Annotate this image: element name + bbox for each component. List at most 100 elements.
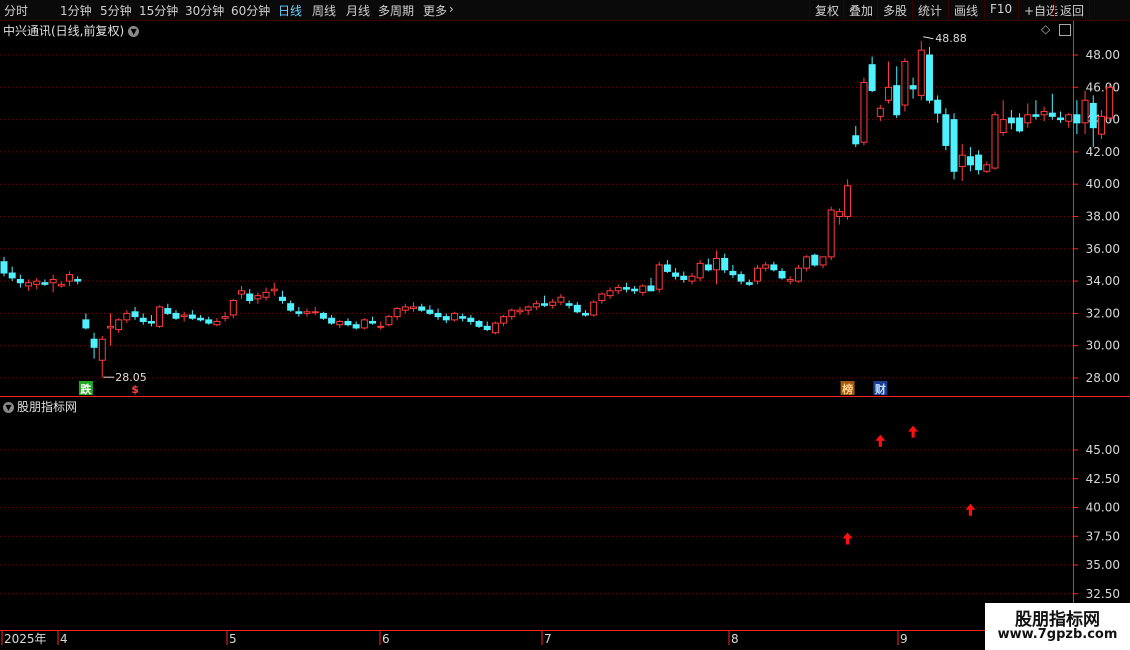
candle-body: [426, 309, 434, 314]
candle-body: [975, 154, 983, 171]
candle-body: [688, 275, 696, 282]
candle-body: [434, 312, 442, 318]
candle-body: [745, 282, 753, 285]
candle-body: [737, 274, 745, 282]
candle-body: [172, 312, 180, 319]
candle-body: [450, 312, 458, 321]
candle-body: [139, 317, 147, 322]
main-y-tick-label: 38.00: [1086, 210, 1120, 224]
candle-body: [1024, 114, 1032, 124]
signal-arrow-icon: [875, 434, 886, 447]
candle-body: [115, 319, 123, 331]
candle-body: [147, 320, 155, 324]
time-axis-label: 7: [544, 632, 552, 646]
candle-body: [164, 308, 172, 314]
sub-y-tick-label: 45.00: [1086, 443, 1120, 457]
candle-body: [778, 270, 786, 279]
candle-body: [786, 278, 794, 282]
candle-body: [360, 319, 368, 329]
candle-body: [524, 306, 532, 311]
candle-body: [958, 154, 966, 167]
candle-body: [1048, 112, 1056, 117]
candle-body: [238, 290, 246, 295]
candle-body: [491, 322, 499, 334]
main-y-tick-label: 34.00: [1086, 274, 1120, 288]
candle-body: [131, 311, 139, 318]
candle-body: [876, 107, 884, 117]
candle-body: [606, 290, 614, 297]
candle-body: [500, 316, 508, 324]
main-y-tick-label: 46.00: [1086, 80, 1120, 94]
candle-body: [475, 320, 483, 327]
candle-body: [295, 311, 303, 314]
candle-body: [393, 308, 401, 318]
candle-body: [909, 85, 917, 90]
candle-body: [262, 291, 270, 298]
candle-body: [180, 314, 188, 318]
candle-body: [1089, 102, 1097, 129]
main-y-tick-label: 30.00: [1086, 339, 1120, 353]
candle-body: [794, 267, 802, 282]
candle-body: [803, 256, 811, 269]
main-y-tick-label: 32.00: [1086, 306, 1120, 320]
candle-body: [541, 303, 549, 306]
candle-body: [762, 264, 770, 269]
candle-body: [1097, 115, 1105, 135]
candle-body: [713, 257, 721, 271]
kline-chart: 28.00 30.00 32.00 34.00 36.00 38.00 40.00 42.00…: [0, 21, 1130, 650]
candle-body: [852, 135, 860, 145]
event-marker: 财: [874, 382, 886, 396]
candle-body: [868, 64, 876, 92]
candle-body: [827, 209, 835, 258]
candle-body: [983, 164, 991, 172]
candle-body: [573, 304, 581, 313]
candle-body: [1065, 114, 1073, 122]
candle-body: [25, 282, 33, 287]
candle-body: [49, 278, 57, 284]
candle-body: [74, 278, 82, 282]
main-y-tick-label: 42.00: [1086, 145, 1120, 159]
candle-body: [999, 119, 1007, 134]
time-axis-label: 4: [60, 632, 68, 646]
candle-body: [328, 317, 336, 324]
event-marker: 跌: [80, 382, 92, 396]
logo-line-2: www.7gpzb.com: [997, 627, 1118, 642]
candle-body: [98, 338, 106, 361]
main-y-tick-label: 36.00: [1086, 242, 1120, 256]
candle-body: [614, 287, 622, 292]
candle-body: [860, 81, 868, 143]
candle-body: [229, 299, 237, 316]
time-axis-label: 2025年: [4, 632, 47, 646]
event-marker: $: [131, 383, 139, 396]
signal-arrow-icon: [965, 503, 976, 516]
sub-y-tick-label: 32.50: [1086, 587, 1120, 601]
candle-body: [721, 257, 729, 271]
candle-body: [0, 261, 8, 274]
candle-body: [377, 325, 385, 328]
candle-body: [655, 264, 663, 290]
candle-body: [16, 278, 24, 284]
candle-body: [672, 272, 680, 277]
time-axis-label: 9: [900, 632, 908, 646]
candle-body: [663, 264, 671, 272]
candle-body: [319, 312, 327, 319]
candle-body: [352, 324, 360, 329]
candle-body: [565, 303, 573, 306]
candle-body: [917, 49, 925, 96]
sub-y-tick-label: 37.50: [1086, 529, 1120, 543]
candle-body: [82, 319, 90, 329]
candle-body: [1057, 117, 1065, 121]
high-price-label: 48.88: [935, 32, 967, 45]
candle-body: [213, 320, 221, 326]
candle-body: [401, 306, 409, 311]
candle-body: [33, 280, 41, 285]
candle-body: [581, 312, 589, 316]
candle-body: [442, 316, 450, 321]
candle-body: [123, 312, 131, 321]
candle-body: [369, 320, 377, 324]
candle-body: [246, 293, 254, 301]
signal-arrow-icon: [908, 425, 919, 438]
candle-body: [942, 114, 950, 146]
candle-body: [1081, 99, 1089, 124]
candle-body: [287, 303, 295, 311]
